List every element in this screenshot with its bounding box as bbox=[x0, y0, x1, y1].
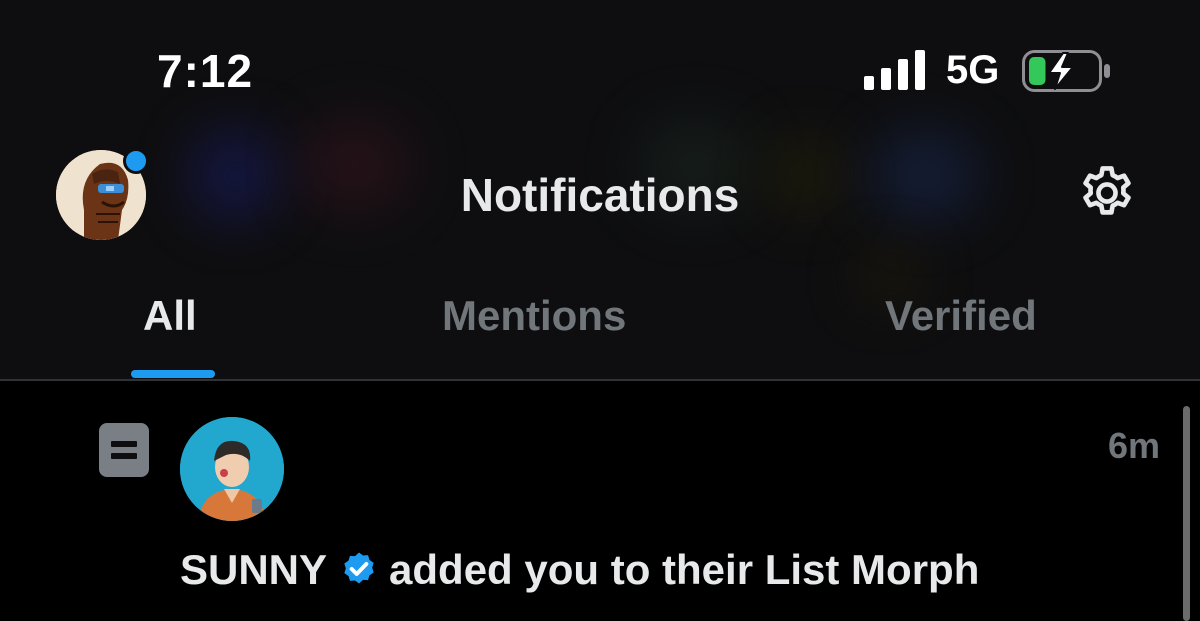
header-divider bbox=[0, 379, 1200, 381]
user-avatar[interactable] bbox=[180, 417, 284, 521]
network-type: 5G bbox=[946, 48, 1000, 92]
active-tab-indicator bbox=[131, 370, 215, 378]
scrollbar[interactable] bbox=[1183, 406, 1190, 621]
top-header: 7:12 5G Notifications All Mentions Verif… bbox=[0, 0, 1200, 380]
notification-time: 6m bbox=[1108, 425, 1161, 466]
gear-icon[interactable] bbox=[1076, 162, 1138, 224]
tab-mentions[interactable]: Mentions bbox=[442, 292, 626, 340]
tab-all[interactable]: All bbox=[143, 292, 197, 340]
page-title: Notifications bbox=[460, 169, 740, 221]
list-icon bbox=[99, 423, 149, 477]
user-avatar-image bbox=[180, 417, 284, 521]
verified-badge-icon bbox=[344, 552, 374, 584]
status-time: 7:12 bbox=[157, 45, 254, 97]
cellular-signal-icon bbox=[864, 50, 925, 90]
notification-message: added you to their List Morph bbox=[389, 546, 980, 593]
tab-verified[interactable]: Verified bbox=[885, 292, 1037, 340]
notification-user-name[interactable]: SUNNY bbox=[180, 546, 327, 593]
battery-charging-icon bbox=[1022, 50, 1110, 92]
notification-text: SUNNY added you to their List Morph bbox=[180, 546, 979, 594]
